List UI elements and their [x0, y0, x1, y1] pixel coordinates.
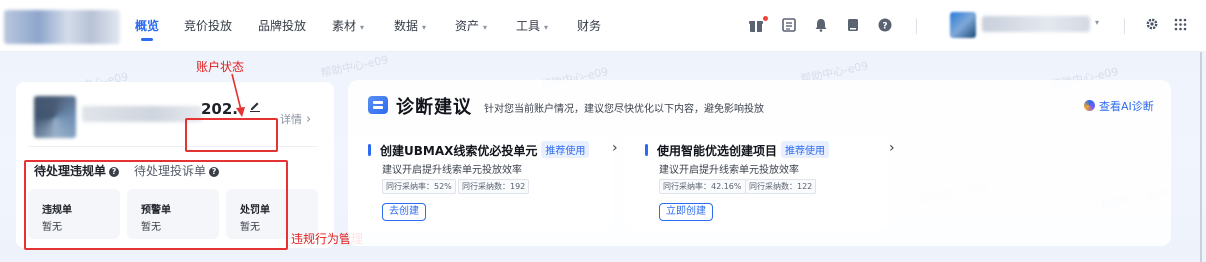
- accent-bar: [645, 144, 648, 156]
- chevron-down-icon: ▾: [422, 23, 427, 32]
- nav-label: 概览: [135, 19, 160, 33]
- nav-label: 品牌投放: [258, 19, 307, 33]
- diagnosis-subtitle: 针对您当前账户情况，建议您尽快优化以下内容，避免影响投放: [484, 104, 764, 115]
- annotation-box-violations: [24, 160, 288, 250]
- chevron-down-icon: ▾: [483, 23, 488, 32]
- detail-label: 详情: [280, 113, 302, 126]
- suggestion-desc: 建议开启提升线索单元投放效率: [659, 165, 799, 176]
- apps-grid-icon[interactable]: [1174, 18, 1187, 35]
- suggestion-title: 使用智能优选创建项目 推荐使用: [657, 141, 830, 159]
- nav-label: 资产: [455, 19, 480, 33]
- nav-item-brand[interactable]: 品牌投放: [258, 17, 306, 34]
- chevron-right-icon: ›: [306, 112, 312, 127]
- account-name: [82, 106, 202, 122]
- nav-item-material[interactable]: 素材 ▾: [332, 17, 364, 34]
- chevron-down-icon: ▾: [544, 23, 549, 32]
- accent-bar: [368, 144, 371, 156]
- suggestion-title-text: 使用智能优选创建项目: [657, 144, 778, 158]
- create-now-button[interactable]: 立即创建: [659, 203, 713, 221]
- bell-icon[interactable]: [810, 14, 832, 36]
- nav-item-overview[interactable]: 概览: [135, 17, 159, 34]
- diagnosis-card: 诊断建议 针对您当前账户情况，建议您尽快优化以下内容，避免影响投放 查看AI诊断…: [348, 80, 1171, 246]
- user-name[interactable]: [982, 16, 1090, 32]
- watermark: 帮助中心-e09: [319, 52, 390, 80]
- edit-icon[interactable]: [249, 100, 261, 116]
- recommend-tag: 推荐使用: [781, 141, 830, 158]
- annotation-box-account-status: [185, 118, 278, 152]
- chevron-down-icon: ▾: [360, 23, 365, 32]
- brand-logo[interactable]: [4, 10, 120, 44]
- chevron-down-icon[interactable]: ▾: [1095, 18, 1099, 27]
- ai-diagnosis-link[interactable]: 查看AI诊断: [1084, 98, 1154, 114]
- chevron-right-icon[interactable]: ›: [612, 140, 618, 156]
- suggestion-title: 创建UBMAX线索优必投单元 推荐使用: [380, 141, 590, 159]
- settings-icon[interactable]: [1145, 17, 1159, 35]
- nav-label: 竞价投放: [184, 19, 233, 33]
- adoption-rate-chip: 同行采纳率：52%: [382, 179, 456, 194]
- book-icon[interactable]: [842, 14, 864, 36]
- adoption-count-chip: 同行采纳数：192: [458, 179, 530, 194]
- nav-item-tools[interactable]: 工具 ▾: [516, 17, 548, 34]
- nav-label: 财务: [577, 19, 602, 33]
- chevron-right-icon[interactable]: ›: [889, 140, 895, 156]
- divider: [1124, 18, 1125, 34]
- adoption-count-chip: 同行采纳数：122: [745, 179, 817, 194]
- svg-text:?: ?: [882, 22, 887, 32]
- nav-label: 工具: [516, 19, 541, 33]
- toolbar-right: [1138, 14, 1194, 38]
- help-icon[interactable]: ?: [874, 14, 896, 36]
- nav-label: 素材: [332, 19, 357, 33]
- ai-icon: [1084, 100, 1095, 111]
- nav-item-bidding[interactable]: 竞价投放: [184, 17, 232, 34]
- nav-label: 数据: [394, 19, 419, 33]
- recommend-tag: 推荐使用: [541, 141, 590, 158]
- create-button[interactable]: 去创建: [382, 203, 426, 221]
- nav-item-assets[interactable]: 资产 ▾: [455, 17, 487, 34]
- ai-link-label: 查看AI诊断: [1099, 100, 1154, 113]
- account-detail-link[interactable]: 详情 ›: [280, 111, 311, 127]
- suggestion-desc: 建议开启提升线索单元投放效率: [382, 165, 522, 176]
- annotation-arrow: [231, 73, 245, 117]
- nav-item-data[interactable]: 数据 ▾: [394, 17, 426, 34]
- scrollbar[interactable]: [1200, 52, 1202, 262]
- suggestion-card-smart-select[interactable]: 使用智能优选创建项目 推荐使用 › 建议开启提升线索单元投放效率 同行采纳率：42…: [625, 136, 895, 230]
- notification-dot: [763, 16, 768, 21]
- account-avatar: [34, 96, 76, 138]
- suggestion-card-ubmax[interactable]: 创建UBMAX线索优必投单元 推荐使用 › 建议开启提升线索单元投放效率 同行采纳…: [348, 136, 618, 230]
- diagnosis-icon: [368, 96, 388, 114]
- top-navigation-bar: 概览 竞价投放 品牌投放 素材 ▾ 数据 ▾ 资产 ▾ 工具 ▾ 财务 ? ▾: [0, 0, 1206, 52]
- avatar[interactable]: [950, 12, 976, 38]
- diagnosis-title: 诊断建议: [396, 97, 472, 118]
- list-icon[interactable]: [778, 14, 800, 36]
- suggestion-title-text: 创建UBMAX线索优必投单元: [380, 144, 538, 158]
- divider: [916, 18, 917, 34]
- adoption-rate-chip: 同行采纳率：42.16%: [659, 179, 746, 194]
- active-tab-indicator: [141, 38, 153, 41]
- nav-item-finance[interactable]: 财务: [577, 17, 601, 34]
